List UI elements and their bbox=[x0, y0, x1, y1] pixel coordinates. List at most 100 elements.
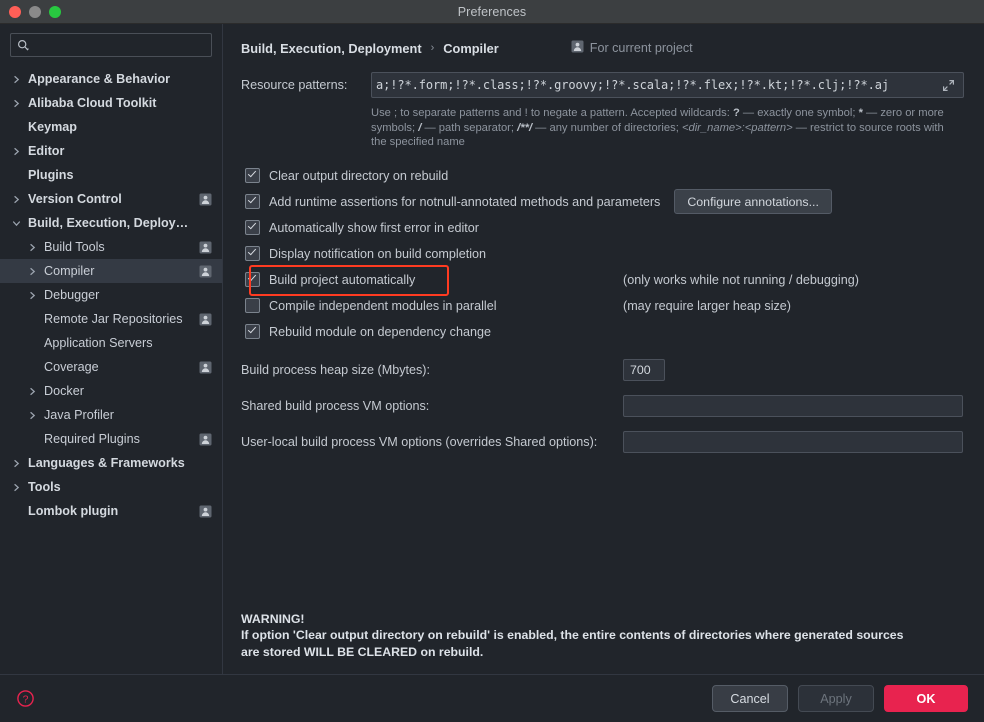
sidebar-item-label: Lombok plugin bbox=[28, 504, 199, 518]
sidebar-item-label: Remote Jar Repositories bbox=[44, 312, 199, 326]
sidebar-item-label: Editor bbox=[28, 144, 199, 158]
hint-part-5: — any number of directories; bbox=[532, 122, 682, 134]
settings-tree: Appearance & Behavior Alibaba Cloud Toolk… bbox=[0, 67, 222, 674]
chevron-right-icon[interactable] bbox=[10, 459, 23, 468]
sidebar-item-label: Build Tools bbox=[44, 240, 199, 254]
field-input-user-local-build-process-vm-options-overrides-shared-options[interactable] bbox=[623, 431, 963, 453]
checkbox-add-runtime-assertions-for-notnull-annotated-methods-and-parameters[interactable] bbox=[245, 194, 260, 209]
field-row-build-process-heap-size-mbytes: Build process heap size (Mbytes): bbox=[241, 359, 964, 381]
sidebar-item-editor[interactable]: Editor bbox=[0, 139, 222, 163]
scope-badge: For current project bbox=[571, 40, 693, 56]
chevron-right-icon[interactable] bbox=[26, 267, 39, 276]
sidebar-item-application-servers[interactable]: Application Servers bbox=[0, 331, 222, 355]
hint-wildcard-question: ? bbox=[733, 107, 740, 119]
sidebar-item-label: Plugins bbox=[28, 168, 199, 182]
sidebar-item-plugins[interactable]: Plugins bbox=[0, 163, 222, 187]
checkbox-row-automatically-show-first-error-in-editor[interactable]: Automatically show first error in editor bbox=[245, 215, 964, 241]
sidebar-item-languages-frameworks[interactable]: Languages & Frameworks bbox=[0, 451, 222, 475]
search-input[interactable] bbox=[34, 38, 205, 52]
sidebar-item-label: Required Plugins bbox=[44, 432, 199, 446]
chevron-right-icon[interactable] bbox=[26, 291, 39, 300]
checkbox-row-compile-independent-modules-in-parallel[interactable]: Compile independent modules in parallel(… bbox=[245, 293, 964, 319]
field-label: User-local build process VM options (ove… bbox=[241, 435, 623, 449]
warning-line-2: are stored WILL BE CLEARED on rebuild. bbox=[241, 644, 964, 661]
expand-icon[interactable] bbox=[939, 79, 957, 92]
chevron-right-icon[interactable] bbox=[10, 195, 23, 204]
sidebar-item-java-profiler[interactable]: Java Profiler bbox=[0, 403, 222, 427]
chevron-right-icon[interactable] bbox=[10, 483, 23, 492]
sidebar-item-docker[interactable]: Docker bbox=[0, 379, 222, 403]
checkbox-build-project-automatically[interactable] bbox=[245, 272, 260, 287]
sidebar-item-label: Docker bbox=[44, 384, 199, 398]
resource-patterns-value[interactable]: a;!?*.form;!?*.class;!?*.groovy;!?*.scal… bbox=[376, 78, 939, 92]
sidebar-item-alibaba-cloud-toolkit[interactable]: Alibaba Cloud Toolkit bbox=[0, 91, 222, 115]
apply-button[interactable]: Apply bbox=[798, 685, 874, 712]
chevron-right-icon[interactable] bbox=[10, 75, 23, 84]
minimize-window-button[interactable] bbox=[29, 6, 41, 18]
sidebar-item-label: Debugger bbox=[44, 288, 199, 302]
help-icon[interactable]: ? bbox=[16, 689, 35, 708]
resource-patterns-hint: Use ; to separate patterns and ! to nega… bbox=[371, 106, 958, 150]
field-input-build-process-heap-size-mbytes[interactable] bbox=[623, 359, 665, 381]
sidebar-item-label: Coverage bbox=[44, 360, 199, 374]
sidebar-item-build-execution-deployment[interactable]: Build, Execution, Deployment bbox=[0, 211, 222, 235]
checkbox-row-add-runtime-assertions-for-notnull-annotated-methods-and-parameters[interactable]: Add runtime assertions for notnull-annot… bbox=[245, 189, 964, 215]
breadcrumb-leaf: Compiler bbox=[443, 41, 498, 56]
svg-text:?: ? bbox=[23, 693, 29, 705]
sidebar-item-tools[interactable]: Tools bbox=[0, 475, 222, 499]
checkbox-rebuild-module-on-dependency-change[interactable] bbox=[245, 324, 260, 339]
checkbox-automatically-show-first-error-in-editor[interactable] bbox=[245, 220, 260, 235]
sidebar-item-label: Build, Execution, Deployment bbox=[28, 216, 199, 230]
sidebar-item-appearance-behavior[interactable]: Appearance & Behavior bbox=[0, 67, 222, 91]
sidebar-item-build-tools[interactable]: Build Tools bbox=[0, 235, 222, 259]
warning-title: WARNING! bbox=[241, 611, 964, 628]
chevron-down-icon[interactable] bbox=[10, 219, 23, 228]
chevron-right-icon[interactable] bbox=[10, 99, 23, 108]
hint-part-2: — exactly one symbol; bbox=[740, 107, 859, 119]
chevron-right-icon[interactable] bbox=[26, 243, 39, 252]
chevron-right-icon[interactable] bbox=[26, 411, 39, 420]
sidebar-item-compiler[interactable]: Compiler bbox=[0, 259, 222, 283]
sidebar-item-coverage[interactable]: Coverage bbox=[0, 355, 222, 379]
sidebar-item-label: Application Servers bbox=[44, 336, 199, 350]
sidebar-item-debugger[interactable]: Debugger bbox=[0, 283, 222, 307]
checkbox-compile-independent-modules-in-parallel[interactable] bbox=[245, 298, 260, 313]
sidebar-item-required-plugins[interactable]: Required Plugins bbox=[0, 427, 222, 451]
close-window-button[interactable] bbox=[9, 6, 21, 18]
breadcrumb-root[interactable]: Build, Execution, Deployment bbox=[241, 41, 422, 56]
chevron-right-icon[interactable] bbox=[10, 147, 23, 156]
sidebar-item-version-control[interactable]: Version Control bbox=[0, 187, 222, 211]
settings-sidebar: Appearance & Behavior Alibaba Cloud Toolk… bbox=[0, 24, 223, 674]
project-scope-icon bbox=[199, 313, 212, 326]
warning-text: WARNING! If option 'Clear output directo… bbox=[241, 611, 964, 661]
sidebar-item-label: Keymap bbox=[28, 120, 199, 134]
checkbox-display-notification-on-build-completion[interactable] bbox=[245, 246, 260, 261]
cancel-button[interactable]: Cancel bbox=[712, 685, 788, 712]
window-controls bbox=[0, 6, 61, 18]
sidebar-item-label: Compiler bbox=[44, 264, 199, 278]
sidebar-item-label: Alibaba Cloud Toolkit bbox=[28, 96, 199, 110]
sidebar-item-lombok-plugin[interactable]: Lombok plugin bbox=[0, 499, 222, 523]
search-box[interactable] bbox=[10, 33, 212, 57]
sidebar-item-keymap[interactable]: Keymap bbox=[0, 115, 222, 139]
field-row-shared-build-process-vm-options: Shared build process VM options: bbox=[241, 395, 964, 417]
checkbox-row-build-project-automatically[interactable]: Build project automatically(only works w… bbox=[245, 267, 964, 293]
dialog-footer: ? Cancel Apply OK bbox=[0, 674, 984, 722]
ok-button[interactable]: OK bbox=[884, 685, 968, 712]
maximize-window-button[interactable] bbox=[49, 6, 61, 18]
chevron-right-icon[interactable] bbox=[26, 387, 39, 396]
project-scope-icon bbox=[199, 193, 212, 206]
checkbox-clear-output-directory-on-rebuild[interactable] bbox=[245, 168, 260, 183]
checkbox-label: Rebuild module on dependency change bbox=[269, 325, 491, 339]
sidebar-item-remote-jar-repositories[interactable]: Remote Jar Repositories bbox=[0, 307, 222, 331]
checkbox-row-clear-output-directory-on-rebuild[interactable]: Clear output directory on rebuild bbox=[245, 163, 964, 189]
checkbox-label: Add runtime assertions for notnull-annot… bbox=[269, 195, 660, 209]
resource-patterns-field[interactable]: a;!?*.form;!?*.class;!?*.groovy;!?*.scal… bbox=[371, 72, 964, 98]
configure-annotations-button[interactable]: Configure annotations... bbox=[674, 189, 832, 214]
field-input-shared-build-process-vm-options[interactable] bbox=[623, 395, 963, 417]
checkbox-row-display-notification-on-build-completion[interactable]: Display notification on build completion bbox=[245, 241, 964, 267]
project-scope-icon bbox=[199, 505, 212, 518]
resource-patterns-row: Resource patterns: a;!?*.form;!?*.class;… bbox=[241, 72, 964, 98]
project-scope-icon bbox=[199, 265, 212, 278]
checkbox-row-rebuild-module-on-dependency-change[interactable]: Rebuild module on dependency change bbox=[245, 319, 964, 345]
